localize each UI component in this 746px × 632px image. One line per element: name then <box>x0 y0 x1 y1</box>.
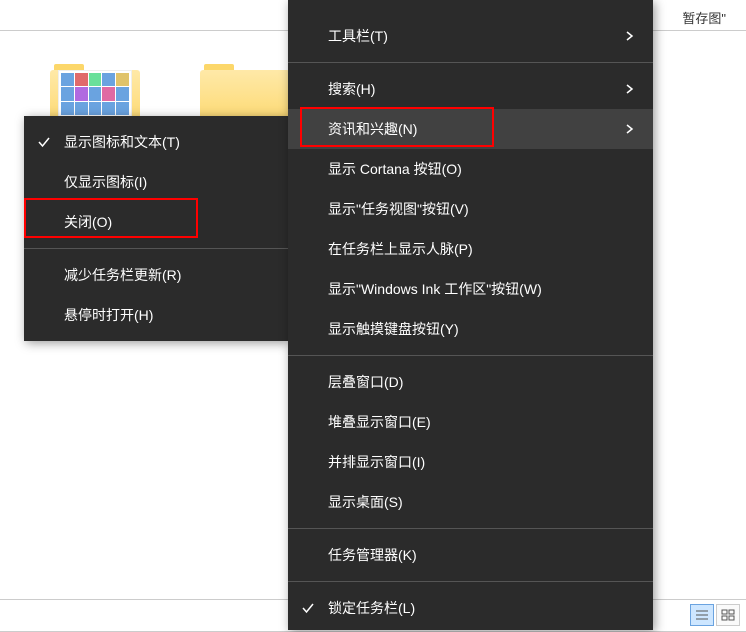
menu-item[interactable]: 工具栏(T) <box>288 16 653 56</box>
menu-item-label: 并排显示窗口(I) <box>328 452 637 472</box>
menu-item-label: 显示 Cortana 按钮(O) <box>328 159 637 179</box>
menu-separator <box>288 355 653 356</box>
menu-item-label: 悬停时打开(H) <box>64 305 272 325</box>
news-interests-submenu: 显示图标和文本(T) 仅显示图标(I) 关闭(O) 减少任务栏更新(R) 悬停时打开(… <box>24 116 288 341</box>
menu-item-label: 工具栏(T) <box>328 26 621 46</box>
menu-item-label: 层叠窗口(D) <box>328 372 637 392</box>
menu-item[interactable]: 显示 Cortana 按钮(O) <box>288 149 653 189</box>
view-details-button[interactable] <box>690 604 714 626</box>
taskbar-context-menu: 工具栏(T) 搜索(H) 资讯和兴趣(N) 显示 Cortana 按钮(O) 显示"任… <box>288 0 653 630</box>
menu-item-label: 显示"任务视图"按钮(V) <box>328 199 637 219</box>
menu-item[interactable]: 悬停时打开(H) <box>24 295 288 335</box>
menu-item-label: 资讯和兴趣(N) <box>328 119 621 139</box>
chevron-right-icon <box>621 81 637 97</box>
menu-item[interactable]: 任务管理器(K) <box>288 535 653 575</box>
menu-item-label: 在任务栏上显示人脉(P) <box>328 239 637 259</box>
menu-item[interactable]: 显示桌面(S) <box>288 482 653 522</box>
menu-item[interactable]: 关闭(O) <box>24 202 288 242</box>
menu-item[interactable]: 资讯和兴趣(N) <box>288 109 653 149</box>
menu-separator <box>24 248 288 249</box>
view-mode-switcher <box>690 604 740 626</box>
menu-item-label: 显示图标和文本(T) <box>64 132 272 152</box>
menu-item[interactable]: 减少任务栏更新(R) <box>24 255 288 295</box>
chevron-right-icon <box>621 121 637 137</box>
menu-item[interactable]: 在任务栏上显示人脉(P) <box>288 229 653 269</box>
menu-item-label: 显示"Windows Ink 工作区"按钮(W) <box>328 279 637 299</box>
check-icon <box>36 134 52 150</box>
chevron-right-icon <box>621 28 637 44</box>
menu-item[interactable]: 层叠窗口(D) <box>288 362 653 402</box>
menu-item[interactable]: 锁定任务栏(L) <box>288 588 653 628</box>
menu-item-label: 仅显示图标(I) <box>64 172 272 192</box>
menu-item[interactable]: 仅显示图标(I) <box>24 162 288 202</box>
menu-item-label: 显示触摸键盘按钮(Y) <box>328 319 637 339</box>
menu-separator <box>288 528 653 529</box>
menu-item-label: 显示桌面(S) <box>328 492 637 512</box>
menu-item-label: 关闭(O) <box>64 212 272 232</box>
view-icons-button[interactable] <box>716 604 740 626</box>
menu-item[interactable]: 显示"Windows Ink 工作区"按钮(W) <box>288 269 653 309</box>
menu-item[interactable]: 并排显示窗口(I) <box>288 442 653 482</box>
menu-item[interactable]: 显示触摸键盘按钮(Y) <box>288 309 653 349</box>
menu-item-label: 搜索(H) <box>328 79 621 99</box>
caption-text: 暂存图" <box>682 8 726 27</box>
menu-separator <box>288 62 653 63</box>
menu-item[interactable]: 搜索(H) <box>288 69 653 109</box>
check-icon <box>300 600 316 616</box>
menu-item[interactable]: 显示"任务视图"按钮(V) <box>288 189 653 229</box>
menu-separator <box>288 581 653 582</box>
menu-item[interactable]: 堆叠显示窗口(E) <box>288 402 653 442</box>
menu-item-label: 任务管理器(K) <box>328 545 637 565</box>
menu-item-label: 锁定任务栏(L) <box>328 598 637 618</box>
menu-item[interactable]: 显示图标和文本(T) <box>24 122 288 162</box>
menu-item-label: 减少任务栏更新(R) <box>64 265 272 285</box>
menu-item-label: 堆叠显示窗口(E) <box>328 412 637 432</box>
